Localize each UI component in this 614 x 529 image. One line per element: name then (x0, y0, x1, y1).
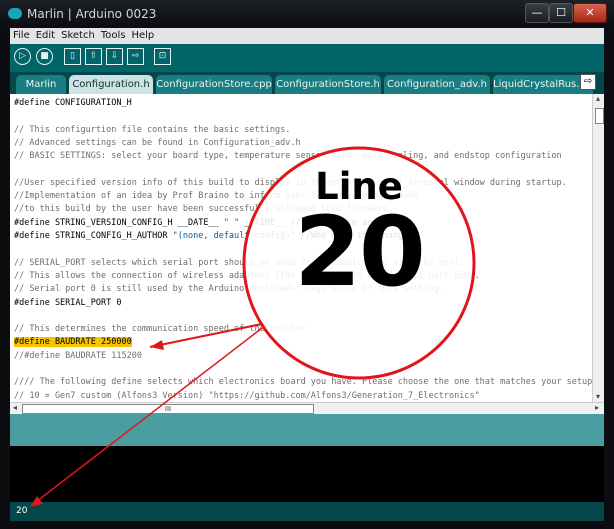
callout-line-to-status (31, 327, 263, 506)
callout-arrow-to-code (149, 323, 263, 348)
callout-arrowhead-code (150, 340, 164, 350)
callout-line-number: 20 (294, 196, 426, 308)
arduino-ide-window: Marlin | Arduino 0023 — ☐ ✕ File Edit Sket… (0, 0, 614, 529)
